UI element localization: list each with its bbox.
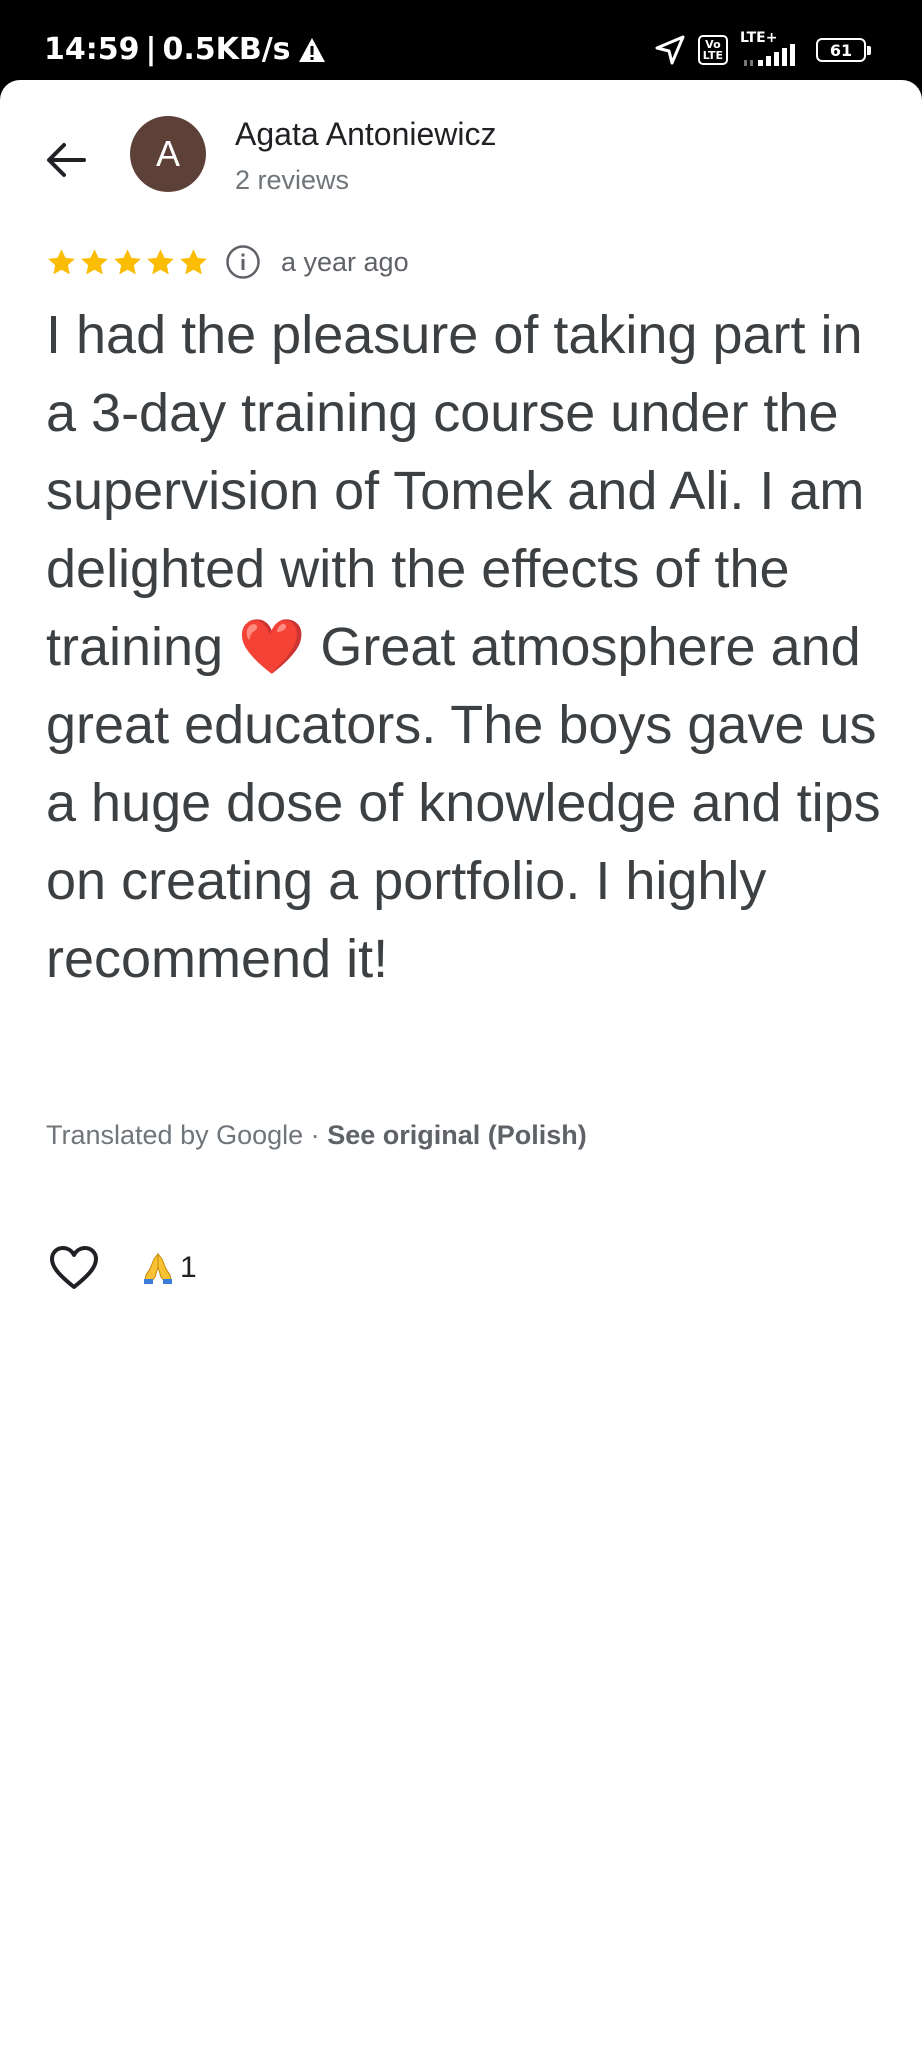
dot-separator: · (310, 1120, 320, 1150)
star-icon (147, 248, 174, 274)
status-speed: 0.5KB/s (162, 32, 291, 67)
star-icon (81, 248, 108, 274)
review-meta: a year ago (46, 242, 409, 282)
like-button[interactable] (46, 1240, 102, 1296)
status-time: 14:59 (44, 32, 140, 67)
signal-group: LTE+ (740, 30, 804, 70)
info-circle-icon[interactable] (225, 244, 261, 280)
warning-icon (298, 38, 325, 62)
star-icon (180, 248, 207, 274)
back-button[interactable] (36, 130, 96, 190)
volte-icon: Vo LTE (697, 35, 728, 65)
star-icon (114, 248, 141, 274)
review-time: a year ago (281, 246, 409, 277)
signal-icon (744, 44, 795, 66)
folded-hands-icon (144, 1252, 172, 1284)
avatar[interactable]: A (130, 116, 206, 192)
volte-bottom: LTE (702, 49, 723, 62)
reactions-row: 1 (46, 1240, 197, 1296)
battery-icon: 61 (816, 38, 871, 62)
reaction-chip[interactable]: 1 (142, 1251, 197, 1285)
status-separator: | (145, 32, 157, 67)
star-rating (46, 247, 209, 278)
see-original-link[interactable]: See original (Polish) (327, 1120, 587, 1150)
location-arrow-icon (655, 35, 685, 65)
translated-by: Translated by Google (46, 1120, 304, 1150)
battery-level: 61 (829, 40, 853, 60)
review-count[interactable]: 2 reviews (235, 162, 349, 198)
translation-note: Translated by Google · See original (Pol… (46, 1117, 587, 1153)
arrow-left-icon (47, 143, 86, 177)
review-text: I had the pleasure of taking part in a 3… (46, 305, 881, 989)
star-icon (48, 248, 75, 274)
review-sheet: A Agata Antoniewicz 2 reviews a year ago… (0, 80, 922, 2048)
author-name[interactable]: Agata Antoniewicz (235, 112, 497, 156)
heart-outline-icon (50, 1246, 98, 1289)
status-bar: 14:59 | 0.5KB/s Vo LTE LTE+ 61 (0, 0, 922, 80)
status-left: 14:59 | 0.5KB/s (44, 30, 327, 70)
avatar-letter: A (155, 133, 180, 174)
reaction-count: 1 (180, 1251, 197, 1284)
status-right: Vo LTE LTE+ 61 (654, 30, 871, 70)
